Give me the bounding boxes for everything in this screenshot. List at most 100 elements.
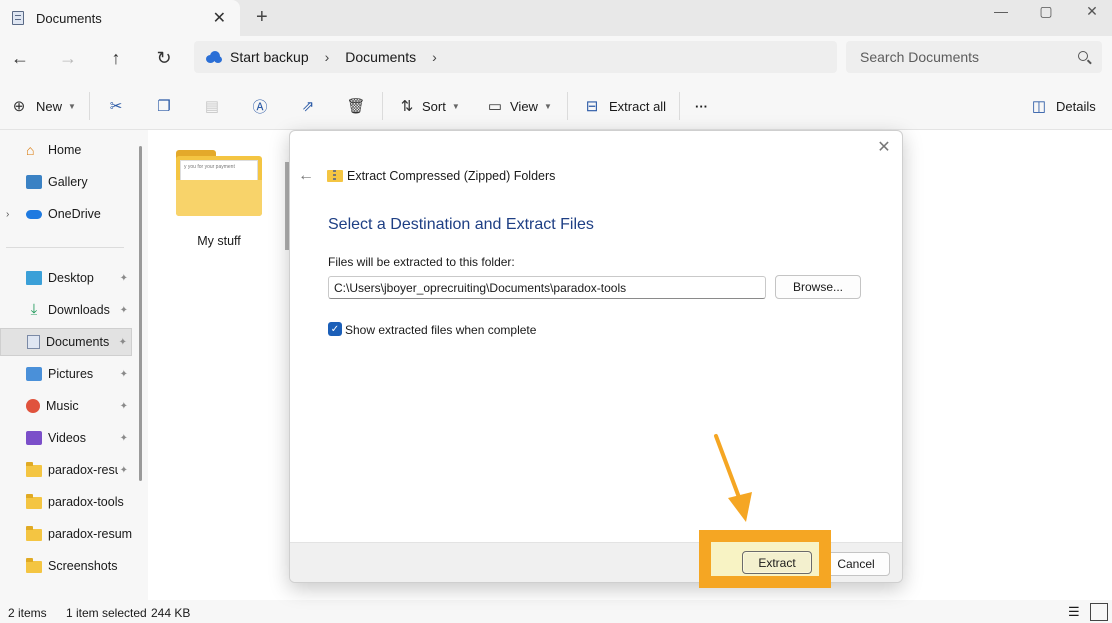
tab-close-icon[interactable]: ✕ bbox=[213, 8, 226, 28]
maximize-button[interactable]: ▢ bbox=[1026, 0, 1066, 22]
pin-icon: ✦ bbox=[118, 336, 127, 348]
list-view-icon[interactable]: ☰ bbox=[1068, 604, 1080, 620]
sort-button[interactable]: ⇅ Sort ▼ bbox=[398, 94, 460, 118]
address-bar[interactable]: Start backup › Documents › bbox=[194, 41, 837, 73]
details-label: Details bbox=[1056, 98, 1096, 114]
more-options-button[interactable]: ··· bbox=[695, 94, 708, 118]
breadcrumb-start-backup[interactable]: Start backup bbox=[230, 49, 309, 65]
divider bbox=[6, 247, 124, 248]
command-bar: ⊕ New ▼ ✂ ❐ ▤ Ⓐ ⇗ 🗑 ⇅ Sort ▼ ▭ View ▼ ⊟ … bbox=[0, 82, 1112, 130]
tab-title: Documents bbox=[36, 10, 102, 26]
up-button[interactable]: ↑ bbox=[104, 46, 128, 70]
sidebar-item-documents[interactable]: Documents ✦ bbox=[0, 328, 132, 356]
breadcrumb-documents[interactable]: Documents bbox=[345, 49, 416, 65]
back-button[interactable]: ← bbox=[8, 46, 32, 70]
sidebar-item-home[interactable]: ⌂ Home bbox=[0, 136, 132, 164]
dialog-back-icon[interactable]: ← bbox=[298, 167, 314, 185]
status-bar: 2 items 1 item selected 244 KB ☰ bbox=[0, 600, 1112, 623]
scissors-icon: ✂ bbox=[109, 98, 123, 115]
new-button[interactable]: ⊕ New ▼ bbox=[10, 94, 76, 118]
document-icon bbox=[12, 11, 24, 25]
sort-label: Sort bbox=[422, 98, 446, 114]
sidebar-item-videos[interactable]: Videos ✦ bbox=[0, 424, 132, 452]
details-button[interactable]: ◫ Details bbox=[1030, 94, 1096, 118]
sidebar-item-paradox-resume[interactable]: paradox-resume bbox=[0, 520, 132, 548]
chevron-down-icon: ▼ bbox=[543, 101, 552, 111]
new-tab-button[interactable]: + bbox=[256, 6, 268, 29]
destination-path-input[interactable] bbox=[328, 276, 766, 299]
copy-icon: ❐ bbox=[157, 98, 171, 115]
sidebar-item-gallery[interactable]: Gallery bbox=[0, 168, 132, 196]
sidebar-item-screenshots[interactable]: Screenshots bbox=[0, 552, 132, 580]
sidebar-item-label: Pictures bbox=[48, 367, 94, 381]
selection-size: 244 KB bbox=[151, 606, 191, 620]
sidebar-item-label: Music bbox=[46, 399, 79, 413]
sidebar-item-downloads[interactable]: ⤓ Downloads ✦ bbox=[0, 296, 132, 324]
pin-icon: ✦ bbox=[119, 272, 128, 284]
cancel-button[interactable]: Cancel bbox=[822, 552, 890, 576]
chevron-down-icon: ▼ bbox=[68, 101, 76, 111]
share-icon: ⇗ bbox=[301, 98, 315, 115]
tab-documents[interactable]: Documents ✕ bbox=[0, 0, 240, 36]
pin-icon: ✦ bbox=[119, 400, 128, 412]
expand-chevron-icon[interactable]: › bbox=[6, 209, 9, 220]
annotation-arrow-icon bbox=[714, 434, 752, 522]
onedrive-icon bbox=[26, 209, 42, 219]
search-icon[interactable] bbox=[1078, 51, 1088, 61]
extract-all-label: Extract all bbox=[609, 98, 667, 114]
sidebar-item-music[interactable]: Music ✦ bbox=[0, 392, 132, 420]
share-button[interactable]: ⇗ bbox=[299, 94, 317, 118]
refresh-button[interactable]: ↻ bbox=[152, 46, 176, 70]
divider bbox=[89, 92, 90, 120]
paste-button[interactable]: ▤ bbox=[203, 94, 221, 118]
browse-button[interactable]: Browse... bbox=[775, 275, 861, 299]
rename-button[interactable]: Ⓐ bbox=[251, 94, 269, 118]
divider bbox=[567, 92, 568, 120]
pin-icon: ✦ bbox=[119, 368, 128, 380]
download-icon: ⤓ bbox=[30, 301, 38, 318]
sidebar-item-label: Home bbox=[48, 143, 82, 157]
sidebar-item-label: Gallery bbox=[48, 175, 88, 189]
sidebar-item-desktop[interactable]: Desktop ✦ bbox=[0, 264, 132, 292]
grid-view-icon[interactable] bbox=[1090, 603, 1108, 621]
sidebar-item-paradox-resu[interactable]: paradox-resu ✦ bbox=[0, 456, 132, 484]
home-icon: ⌂ bbox=[26, 142, 35, 158]
plus-circle-icon: ⊕ bbox=[12, 98, 26, 115]
sidebar-item-label: Screenshots bbox=[48, 559, 118, 573]
documents-icon bbox=[27, 335, 40, 349]
extract-all-button[interactable]: ⊟ Extract all bbox=[583, 94, 666, 118]
show-files-checkbox[interactable]: ✓ bbox=[328, 322, 342, 336]
search-box[interactable] bbox=[846, 41, 1102, 73]
rename-icon: Ⓐ bbox=[252, 98, 268, 116]
extract-dialog: ✕ ← Extract Compressed (Zipped) Folders … bbox=[289, 130, 903, 583]
backup-cloud-icon bbox=[206, 51, 222, 63]
cut-button[interactable]: ✂ bbox=[107, 94, 125, 118]
selection-count: 1 item selected bbox=[66, 606, 147, 620]
forward-button[interactable]: → bbox=[56, 46, 80, 70]
breadcrumb-separator[interactable]: › bbox=[325, 49, 330, 65]
sidebar-item-onedrive[interactable]: › OneDrive bbox=[0, 200, 132, 228]
view-button[interactable]: ▭ View ▼ bbox=[486, 94, 552, 118]
dialog-close-icon[interactable]: ✕ bbox=[874, 137, 894, 157]
sidebar-item-pictures[interactable]: Pictures ✦ bbox=[0, 360, 132, 388]
copy-button[interactable]: ❐ bbox=[155, 94, 173, 118]
folder-icon bbox=[26, 558, 42, 573]
folder-item-label[interactable]: My stuff bbox=[174, 234, 264, 248]
minimize-button[interactable]: — bbox=[981, 0, 1021, 22]
close-window-button[interactable]: ✕ bbox=[1072, 0, 1112, 22]
sidebar-item-paradox-tools[interactable]: paradox-tools bbox=[0, 488, 132, 516]
trash-icon: 🗑 bbox=[346, 98, 366, 115]
sidebar-scrollbar[interactable] bbox=[139, 146, 142, 481]
breadcrumb-separator[interactable]: › bbox=[432, 49, 437, 65]
folder-icon bbox=[26, 526, 42, 541]
search-input[interactable] bbox=[860, 49, 1070, 65]
divider bbox=[382, 92, 383, 120]
extract-button[interactable]: Extract bbox=[742, 551, 812, 574]
pictures-icon bbox=[26, 367, 42, 381]
divider bbox=[679, 92, 680, 120]
destination-label: Files will be extracted to this folder: bbox=[328, 255, 515, 269]
folder-icon[interactable]: y you for your payment bbox=[176, 150, 262, 218]
sidebar-item-label: Downloads bbox=[48, 303, 110, 317]
delete-button[interactable]: 🗑 bbox=[346, 94, 366, 118]
pin-icon: ✦ bbox=[119, 432, 128, 444]
